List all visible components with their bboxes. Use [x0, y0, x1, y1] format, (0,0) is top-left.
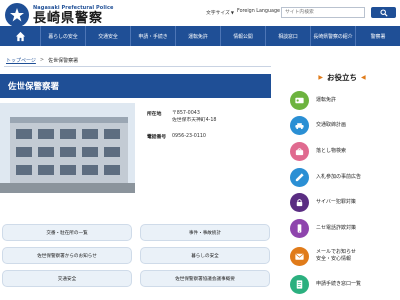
- sidebar-title: お役立ち: [327, 72, 357, 82]
- orange-triangle-icon: ▶: [318, 73, 323, 81]
- sidebar-item-bidding[interactable]: 入札参加の事前広告: [290, 166, 398, 188]
- logo-title: 長崎県警察: [33, 10, 104, 26]
- global-nav: 暮らしの安全 交通安全 申請・手続き 運転免許 情報公開 相談窓口 長崎県警察の…: [0, 26, 400, 46]
- phone-label: 電話番号: [147, 135, 167, 140]
- page-title: 佐世保警察署: [0, 74, 271, 98]
- sidebar-item-cyber-crime[interactable]: サイバー犯罪対策: [290, 191, 398, 213]
- nav-item-traffic[interactable]: 交通安全: [85, 26, 130, 46]
- nav-item-about[interactable]: 長崎県警察の紹介: [310, 26, 355, 46]
- sidebar-item-label: 落とし物検索: [316, 147, 347, 154]
- sidebar-item-label-line2: 安全・安心情報: [316, 256, 352, 262]
- sidebar-item-phone-fraud[interactable]: ニセ電話詐欺対策: [290, 217, 398, 239]
- link-crime-statistics[interactable]: 事件・事故統計: [140, 224, 270, 241]
- mail-icon: [290, 246, 309, 266]
- language-selector[interactable]: Foreign Language ▼: [237, 9, 284, 14]
- font-size-label: 文字サイズ: [206, 11, 230, 16]
- home-icon: [15, 31, 25, 41]
- sidebar-item-email-alerts[interactable]: メールでお知らせ 安全・安心情報: [290, 245, 398, 267]
- breadcrumb: トップページ > 佐世保警察署: [6, 57, 78, 64]
- divider: [4, 66, 271, 67]
- breadcrumb-current: 佐世保警察署: [48, 58, 79, 64]
- nav-item-procedures[interactable]: 申請・手続き: [130, 26, 175, 46]
- nav-home[interactable]: [0, 26, 40, 46]
- nav-item-consultation[interactable]: 相談窓口: [265, 26, 310, 46]
- sidebar-item-label: メールでお知らせ: [316, 249, 356, 255]
- link-traffic-safety[interactable]: 交通安全: [2, 270, 132, 287]
- link-living-safety[interactable]: 暮らしの安全: [140, 247, 270, 264]
- police-emblem-icon: [5, 3, 29, 27]
- sidebar-item-traffic-enforcement[interactable]: 交通取締計画: [290, 114, 398, 136]
- site-logo[interactable]: Nagasaki Prefectural Police 長崎県警察: [5, 3, 114, 27]
- sidebar-item-label: サイバー犯罪対策: [316, 198, 356, 205]
- sidebar-item-application-windows[interactable]: 申請手続き窓口一覧: [290, 273, 398, 295]
- purse-icon: [290, 141, 309, 161]
- police-car-icon: [290, 115, 309, 135]
- sidebar-heading: ▶ お役立ち ◀: [284, 70, 400, 84]
- breadcrumb-home-link[interactable]: トップページ: [6, 57, 36, 64]
- font-size-control[interactable]: 文字サイズ ▼: [206, 9, 234, 16]
- phone-icon: [290, 218, 309, 238]
- sidebar-item-lost-items[interactable]: 落とし物検索: [290, 140, 398, 162]
- page: Nagasaki Prefectural Police 長崎県警察 文字サイズ …: [0, 0, 400, 300]
- breadcrumb-separator: >: [39, 57, 45, 63]
- link-council-minutes[interactable]: 佐世保警察署協議会議事概要: [140, 270, 270, 287]
- sidebar-item-label: 入札参加の事前広告: [316, 173, 362, 180]
- postal-code: 〒857-0043: [172, 111, 200, 116]
- address-value: 佐世保市天神町4-18: [172, 118, 217, 123]
- lock-icon: [290, 192, 309, 212]
- phone-value[interactable]: 0956-23-0110: [172, 133, 206, 140]
- logo-subtitle: Nagasaki Prefectural Police: [33, 4, 114, 11]
- sidebar-item-label: 交通取締計画: [316, 121, 347, 128]
- search-button[interactable]: [371, 7, 396, 18]
- station-photo: [0, 103, 135, 193]
- search-icon: [379, 8, 388, 17]
- nav-item-license[interactable]: 運転免許: [175, 26, 220, 46]
- license-card-icon: [290, 90, 309, 110]
- sidebar-item-label: 運転免許: [316, 96, 337, 103]
- phone-row: 電話番号 0956-23-0110: [147, 133, 206, 140]
- link-station-notices[interactable]: 佐世保警察署からのお知らせ: [2, 247, 132, 264]
- nav-item-disclosure[interactable]: 情報公開: [220, 26, 265, 46]
- sidebar-item-label: ニセ電話詐欺対策: [316, 224, 357, 231]
- address-label: 所在地: [147, 112, 162, 117]
- orange-triangle-icon: ◀: [361, 73, 366, 81]
- chevron-down-icon: ▼: [230, 10, 234, 15]
- sidebar-item-license[interactable]: 運転免許: [290, 89, 398, 111]
- pen-icon: [290, 167, 309, 187]
- nav-item-safety[interactable]: 暮らしの安全: [40, 26, 85, 46]
- nav-item-stations[interactable]: 警察署: [355, 26, 400, 46]
- search-input[interactable]: [281, 7, 365, 18]
- document-icon: [290, 274, 309, 294]
- link-koban-list[interactable]: 交番・駐在所の一覧: [2, 224, 132, 241]
- sidebar-item-label: 申請手続き窓口一覧: [316, 280, 362, 287]
- address-row: 所在地 〒857-0043 佐世保市天神町4-18: [147, 110, 216, 124]
- language-label: Foreign Language: [237, 9, 280, 14]
